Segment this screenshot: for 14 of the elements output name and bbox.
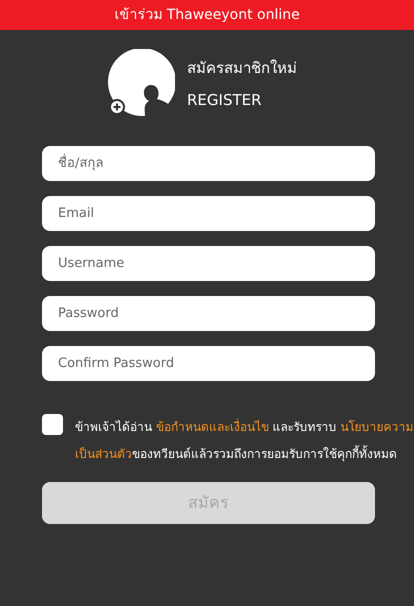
checkbox[interactable] [42, 414, 63, 435]
agreement-text: ข้าพเจ้าได้อ่าน ข้อกำหนดและเงื่อนไข และรับทราบ นโยบายความ เป็นส่วนตัวของทวียนต์แล้วรวมถึงการยอมรับการใช้คุกกี้ทั้งหมด [75, 418, 414, 464]
input-field[interactable]: Username [42, 246, 375, 281]
input-field[interactable]: Email [42, 196, 375, 231]
input-field[interactable]: Confirm Password [42, 346, 375, 381]
agreement-link[interactable]: เป็นส่วนตัว [75, 447, 132, 461]
agreement-link[interactable]: นโยบายความ [340, 420, 414, 434]
header-title: เข้าร่วม Thaweeyont online [114, 6, 300, 24]
agreement-link[interactable]: ข้อกำหนดและเงื่อนไข [156, 420, 269, 434]
input-field[interactable]: Password [42, 296, 375, 331]
add-user-icon [105, 49, 175, 119]
input-field[interactable]: ชื่อ/สกุล [42, 146, 375, 181]
register-title: สมัครสมาชิกใหม่ [187, 58, 297, 78]
register-subtitle: REGISTER [187, 90, 263, 111]
